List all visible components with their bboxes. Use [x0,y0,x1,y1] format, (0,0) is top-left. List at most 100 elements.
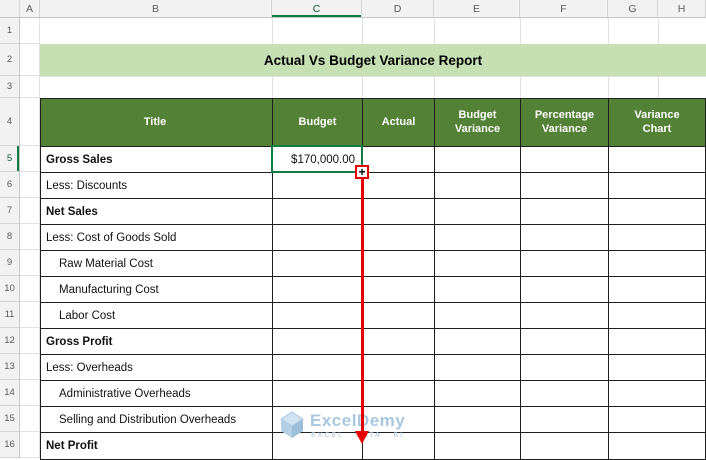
cell-budget-variance[interactable] [435,355,521,381]
cell-variance-chart[interactable] [609,355,705,381]
cell-a10[interactable] [20,276,40,302]
header-title[interactable]: Title [41,99,273,147]
cell-variance-chart[interactable] [609,225,705,251]
column-header-b[interactable]: B [40,0,272,17]
cell-actual[interactable] [363,277,435,303]
row-header-8[interactable]: 8 [0,224,19,250]
cell-actual[interactable] [363,173,435,199]
fill-handle-cursor-icon[interactable]: + [355,165,369,179]
cell-percentage-variance[interactable] [521,147,609,173]
cell-title[interactable]: Labor Cost [41,303,273,329]
row-header-15[interactable]: 15 [0,406,19,432]
cell-budget-variance[interactable] [435,147,521,173]
cell-a11[interactable] [20,302,40,328]
cell-title[interactable]: Administrative Overheads [41,381,273,407]
cell-budget-variance[interactable] [435,277,521,303]
cell-a16[interactable] [20,432,40,458]
cell-budget[interactable] [273,173,363,199]
cell-variance-chart[interactable] [609,147,705,173]
cell-budget[interactable] [273,225,363,251]
cell-variance-chart[interactable] [609,433,705,459]
cell-variance-chart[interactable] [609,303,705,329]
cell-a4[interactable] [20,98,40,146]
row-header-16[interactable]: 16 [0,432,19,458]
cell-budget[interactable] [273,303,363,329]
row-header-10[interactable]: 10 [0,276,19,302]
row-header-1[interactable]: 1 [0,18,19,44]
header-actual[interactable]: Actual [363,99,435,147]
cell-actual[interactable] [363,199,435,225]
cell-percentage-variance[interactable] [521,433,609,459]
cell-percentage-variance[interactable] [521,329,609,355]
cell-actual[interactable] [363,329,435,355]
column-header-c[interactable]: C [272,0,362,17]
row-header-13[interactable]: 13 [0,354,19,380]
header-budget-variance[interactable]: Budget Variance [435,99,521,147]
column-header-a[interactable]: A [20,0,40,17]
cell-a7[interactable] [20,198,40,224]
cell-a13[interactable] [20,354,40,380]
cell-budget-variance[interactable] [435,199,521,225]
cell-budget[interactable]: $170,000.00 [273,147,363,173]
cell-title[interactable]: Raw Material Cost [41,251,273,277]
cell-percentage-variance[interactable] [521,173,609,199]
row-header-7[interactable]: 7 [0,198,19,224]
row-header-9[interactable]: 9 [0,250,19,276]
header-variance-chart[interactable]: Variance Chart [609,99,705,147]
cell-percentage-variance[interactable] [521,225,609,251]
cell-variance-chart[interactable] [609,381,705,407]
cell-a2[interactable] [20,44,40,76]
cell-actual[interactable] [363,147,435,173]
cell-budget-variance[interactable] [435,381,521,407]
cell-budget-variance[interactable] [435,251,521,277]
cell-a9[interactable] [20,250,40,276]
row-header-11[interactable]: 11 [0,302,19,328]
cell-budget[interactable] [273,329,363,355]
cell-budget[interactable] [273,277,363,303]
cell-percentage-variance[interactable] [521,199,609,225]
cell-variance-chart[interactable] [609,407,705,433]
cell-variance-chart[interactable] [609,173,705,199]
cell-a8[interactable] [20,224,40,250]
cell-actual[interactable] [363,381,435,407]
header-percentage-variance[interactable]: Percentage Variance [521,99,609,147]
cell-title[interactable]: Less: Discounts [41,173,273,199]
cell-title[interactable]: Gross Sales [41,147,273,173]
cell-variance-chart[interactable] [609,199,705,225]
report-title-banner[interactable]: Actual Vs Budget Variance Report [40,44,706,76]
cell-title[interactable]: Less: Overheads [41,355,273,381]
cell-budget-variance[interactable] [435,407,521,433]
row-header-4[interactable]: 4 [0,98,19,146]
cell-variance-chart[interactable] [609,277,705,303]
column-header-h[interactable]: H [658,0,706,17]
cell-budget-variance[interactable] [435,225,521,251]
cell-budget[interactable] [273,199,363,225]
row-header-14[interactable]: 14 [0,380,19,406]
row-header-5[interactable]: 5 [0,146,19,172]
cell-percentage-variance[interactable] [521,407,609,433]
cell-budget-variance[interactable] [435,303,521,329]
cell-budget[interactable] [273,381,363,407]
cell-percentage-variance[interactable] [521,381,609,407]
cell-a6[interactable] [20,172,40,198]
cell-actual[interactable] [363,225,435,251]
cell-actual[interactable] [363,251,435,277]
cell-budget-variance[interactable] [435,173,521,199]
cell-a3[interactable] [20,76,40,98]
cell-variance-chart[interactable] [609,251,705,277]
column-header-g[interactable]: G [608,0,658,17]
cell-budget-variance[interactable] [435,329,521,355]
cell-title[interactable]: Gross Profit [41,329,273,355]
column-header-f[interactable]: F [520,0,608,17]
cell-variance-chart[interactable] [609,329,705,355]
cell-percentage-variance[interactable] [521,355,609,381]
column-header-e[interactable]: E [434,0,520,17]
cell-budget[interactable] [273,251,363,277]
row-header-12[interactable]: 12 [0,328,19,354]
cell-actual[interactable] [363,355,435,381]
cell-title[interactable]: Selling and Distribution Overheads [41,407,273,433]
cell-percentage-variance[interactable] [521,303,609,329]
cell-budget-variance[interactable] [435,433,521,459]
cell-budget[interactable] [273,355,363,381]
row-header-2[interactable]: 2 [0,44,19,76]
